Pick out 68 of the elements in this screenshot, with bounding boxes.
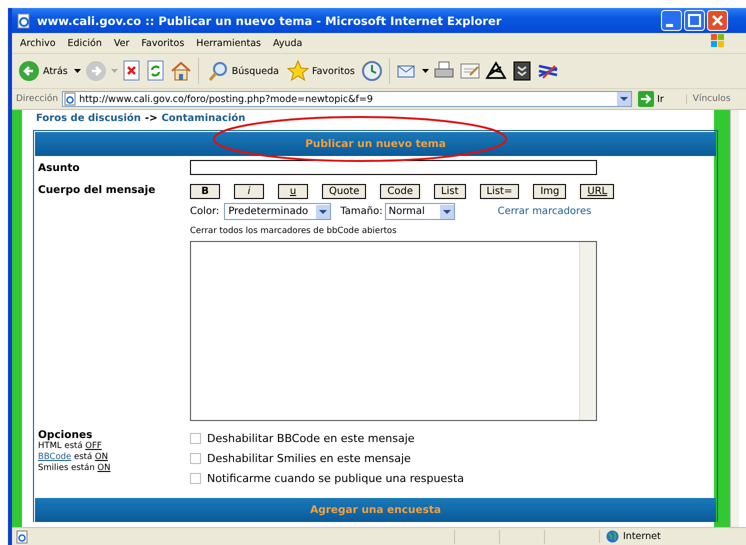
- go-button[interactable]: Ir: [638, 91, 664, 107]
- format-button[interactable]: Code: [380, 184, 420, 199]
- subject-label: Asunto: [37, 162, 81, 174]
- back-button[interactable]: Atrás: [16, 58, 70, 84]
- links-label[interactable]: Vínculos: [686, 94, 731, 104]
- globe-icon: [606, 530, 619, 543]
- option-status-text: Smilies están ON: [38, 463, 112, 474]
- menu-item[interactable]: Archivo: [14, 38, 62, 48]
- menu-item[interactable]: Ver: [108, 38, 136, 48]
- body-label: Cuerpo del mensaje: [37, 184, 156, 198]
- history-icon[interactable]: [360, 60, 383, 82]
- dropdown-caret-icon[interactable]: [422, 68, 429, 74]
- topic-link[interactable]: Contaminación: [161, 113, 246, 126]
- dropdown-caret-icon[interactable]: [74, 68, 81, 74]
- stop-icon[interactable]: [122, 60, 142, 82]
- address-label: Dirección: [16, 94, 58, 104]
- menu-item[interactable]: Herramientas: [190, 38, 268, 48]
- ie-page-icon: [16, 12, 32, 28]
- poll-header: Agregar una encuesta: [35, 498, 716, 522]
- address-field[interactable]: http://www.cali.gov.co/foro/posting.php?mode=newtopic&f=9: [62, 91, 632, 107]
- close-button[interactable]: [707, 10, 728, 31]
- refresh-icon[interactable]: [146, 60, 166, 82]
- favorites-button[interactable]: Favoritos: [284, 58, 357, 84]
- maximize-button[interactable]: [684, 10, 705, 31]
- format-button[interactable]: Img: [533, 184, 566, 199]
- options-label: Opciones: [38, 429, 94, 441]
- page-icon: [14, 530, 30, 544]
- option-label: Deshabilitar Smilies en este mensaje: [207, 452, 411, 464]
- size-select[interactable]: Normal: [384, 203, 455, 220]
- checkbox[interactable]: [190, 432, 201, 444]
- checkbox[interactable]: [190, 472, 201, 484]
- vertical-scrollbar[interactable]: [730, 110, 739, 527]
- format-button[interactable]: List: [434, 184, 466, 199]
- star-icon: [286, 60, 309, 82]
- windows-logo-icon: [710, 33, 726, 49]
- close-tags-hint: Cerrar todos los marcadores de bbCode abiertos: [190, 226, 398, 236]
- checkbox[interactable]: [190, 452, 201, 464]
- form-header: Publicar un nuevo tema: [35, 132, 716, 156]
- option-label: Notificarme cuando se publique una respuesta: [207, 472, 464, 484]
- window-title: www.cali.gov.co :: Publicar un nuevo tema - Microsoft Internet Explorer: [37, 14, 502, 28]
- format-button[interactable]: Quote: [322, 184, 366, 199]
- menu-item[interactable]: Ayuda: [267, 38, 308, 48]
- format-button[interactable]: B: [190, 184, 220, 199]
- color-select[interactable]: Predeterminado: [224, 203, 332, 220]
- close-tags-link[interactable]: Cerrar marcadores: [498, 206, 592, 217]
- format-button[interactable]: i: [234, 184, 264, 199]
- search-button[interactable]: Búsqueda: [204, 58, 281, 84]
- bbcode-link[interactable]: BBCode: [38, 452, 72, 462]
- go-arrow-icon: [638, 91, 654, 107]
- search-icon: [206, 60, 229, 82]
- format-button[interactable]: u: [278, 184, 308, 199]
- sketch-icon[interactable]: [484, 60, 507, 82]
- size-label: Tamaño:: [340, 206, 383, 217]
- option-status-text: HTML está OFF: [38, 441, 103, 452]
- breadcrumb-separator: ->: [144, 113, 158, 126]
- color-label: Color:: [190, 206, 220, 217]
- option-label: Deshabilitar BBCode en este mensaje: [207, 432, 415, 444]
- forum-link[interactable]: Foros de discusión: [36, 113, 141, 126]
- menu-item[interactable]: Favoritos: [135, 38, 190, 48]
- home-icon[interactable]: [170, 60, 192, 82]
- format-button[interactable]: URL: [580, 184, 614, 199]
- option-status-text: BBCode está ON: [38, 452, 109, 463]
- minimize-button[interactable]: [661, 10, 682, 31]
- menu-item[interactable]: Edición: [62, 38, 108, 48]
- status-zone: Internet: [623, 531, 661, 542]
- subject-field[interactable]: [190, 160, 597, 175]
- format-button[interactable]: List=: [480, 184, 520, 199]
- page-icon: [63, 92, 78, 106]
